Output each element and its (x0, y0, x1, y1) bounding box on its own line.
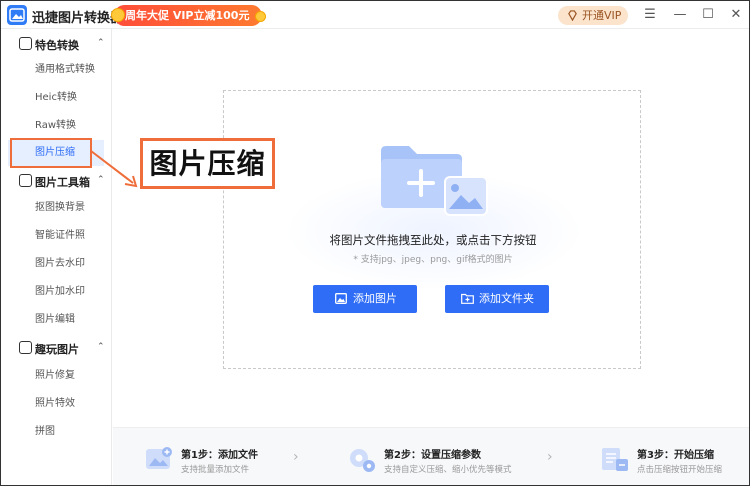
add-image-button[interactable]: 添加图片 (313, 285, 417, 313)
compress-step-icon (602, 448, 628, 471)
coin-icon (111, 8, 125, 22)
menu-icon[interactable]: ☰ (641, 6, 659, 24)
toolbox-icon (19, 174, 32, 187)
add-folder-button[interactable]: 添加文件夹 (445, 285, 549, 313)
sidebar-group-special[interactable]: 特色转换 ⌃ (1, 31, 112, 57)
title-bar: 迅捷图片转换器 周年大促 VIP立减100元 开通VIP ☰ — ☐ ✕ (1, 1, 749, 29)
diamond-icon (568, 10, 577, 21)
step-2-title: 第2步：设置压缩参数 (384, 450, 481, 461)
chevron-right-icon: › (547, 449, 553, 465)
app-logo-icon (7, 5, 27, 25)
sidebar-item-add-watermark[interactable]: 图片加水印 (8, 279, 104, 305)
sidebar-item-heic[interactable]: Heic转换 (8, 85, 104, 111)
steps-bar: 第1步：添加文件 支持批量添加文件 › 第2步：设置压缩参数 支持自定义压缩、缩… (113, 427, 749, 485)
sidebar-group-fun[interactable]: 趣玩图片 ⌃ (1, 335, 112, 361)
annotation-callout: 图片压缩 (140, 138, 275, 189)
sidebar-item-cutout[interactable]: 抠图换背景 (8, 195, 104, 221)
step-1-title: 第1步：添加文件 (181, 450, 258, 461)
chevron-right-icon: › (293, 449, 299, 465)
sidebar-item-id-photo[interactable]: 智能证件照 (8, 223, 104, 249)
sidebar-item-photo-repair[interactable]: 照片修复 (8, 363, 104, 389)
settings-step-icon (350, 449, 375, 472)
sidebar-item-collage[interactable]: 拼图 (8, 419, 104, 445)
drop-zone[interactable]: 将图片文件拖拽至此处，或点击下方按钮 * 支持jpg、jpeg、png、gif格… (223, 90, 641, 369)
sidebar-group-label: 图片工具箱 (35, 176, 90, 189)
sidebar-item-photo-effects[interactable]: 照片特效 (8, 391, 104, 417)
close-button[interactable]: ✕ (727, 6, 745, 24)
add-file-step-icon (146, 447, 172, 469)
sidebar-group-label: 趣玩图片 (35, 343, 79, 356)
app-window: 迅捷图片转换器 周年大促 VIP立减100元 开通VIP ☰ — ☐ ✕ 特色转… (0, 0, 750, 486)
vip-button[interactable]: 开通VIP (558, 6, 628, 25)
sidebar: 特色转换 ⌃ 通用格式转换 Heic转换 Raw转换 图片压缩 图片工具箱 ⌃ … (1, 29, 112, 485)
image-icon (335, 293, 347, 304)
sidebar-item-remove-watermark[interactable]: 图片去水印 (8, 251, 104, 277)
sidebar-item-general-convert[interactable]: 通用格式转换 (8, 57, 104, 83)
sidebar-item-raw[interactable]: Raw转换 (8, 113, 104, 139)
add-folder-label: 添加文件夹 (479, 292, 534, 305)
step-3-desc: 点击压缩按钮开始压缩 (637, 465, 723, 475)
chevron-up-icon: ⌃ (97, 38, 105, 48)
drop-zone-title: 将图片文件拖拽至此处，或点击下方按钮 (329, 233, 537, 247)
step-2-desc: 支持自定义压缩、缩小优先等模式 (384, 465, 512, 475)
image-icon (19, 341, 32, 354)
annotation-highlight (10, 138, 92, 168)
convert-icon (19, 37, 32, 50)
step-3-title: 第3步：开始压缩 (637, 450, 714, 461)
folder-plus-icon (461, 293, 474, 304)
folder-add-image-icon (381, 146, 488, 216)
vip-button-label: 开通VIP (582, 9, 622, 22)
main-panel: 将图片文件拖拽至此处，或点击下方按钮 * 支持jpg、jpeg、png、gif格… (113, 29, 749, 485)
add-image-label: 添加图片 (353, 292, 397, 305)
chevron-up-icon: ⌃ (97, 342, 105, 352)
maximize-button[interactable]: ☐ (699, 6, 717, 24)
minimize-button[interactable]: — (671, 6, 689, 24)
coin-icon (255, 11, 266, 22)
step-1-desc: 支持批量添加文件 (181, 465, 250, 475)
drop-zone-subtitle: * 支持jpg、jpeg、png、gif格式的图片 (353, 255, 513, 265)
sidebar-item-edit[interactable]: 图片编辑 (8, 307, 104, 333)
app-title: 迅捷图片转换器 (32, 11, 124, 26)
annotation-arrow-icon (90, 150, 138, 188)
promo-text: 周年大促 VIP立减100元 (125, 9, 250, 22)
promo-banner[interactable]: 周年大促 VIP立减100元 (111, 5, 266, 26)
sidebar-group-label: 特色转换 (35, 39, 79, 52)
